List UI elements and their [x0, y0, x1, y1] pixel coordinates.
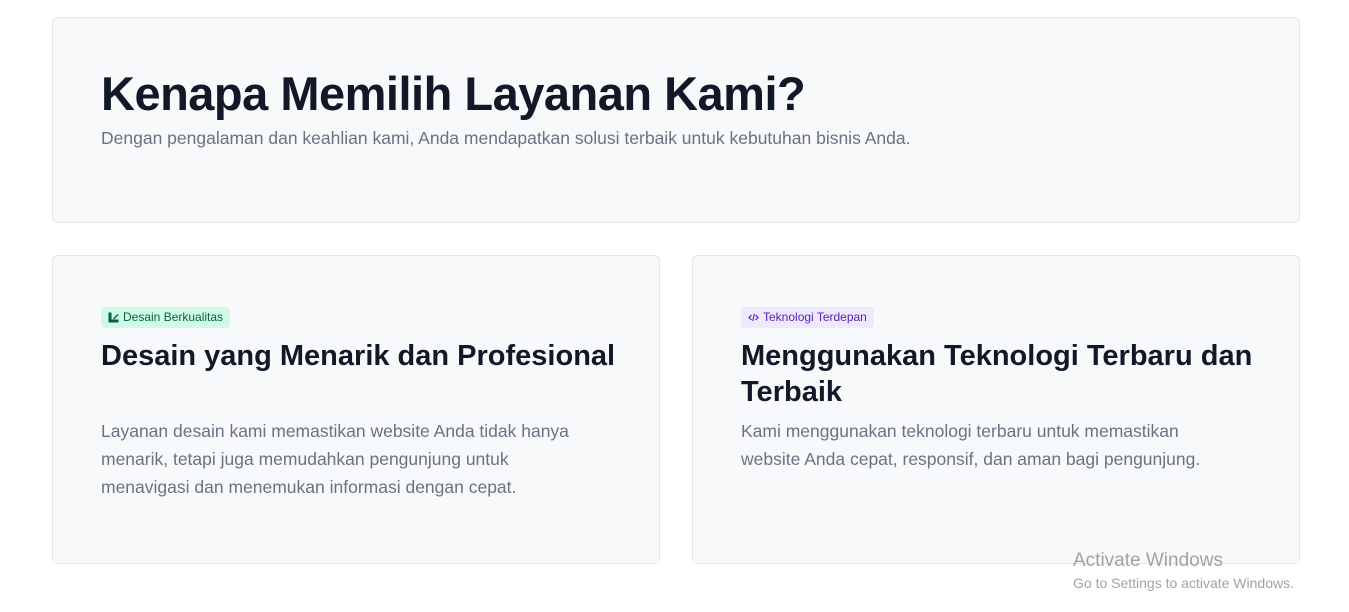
code-icon: [748, 312, 759, 323]
watermark-title: Activate Windows: [1073, 550, 1223, 571]
card-title: Menggunakan Teknologi Terbaru dan Terbai…: [741, 340, 1253, 408]
badge-leading-technology: Teknologi Terdepan: [741, 307, 874, 328]
hero-subtitle: Dengan pengalaman dan keahlian kami, And…: [101, 128, 911, 148]
card-description: Kami menggunakan teknologi terbaru untuk…: [741, 421, 1201, 469]
badge-design-quality: Desain Berkualitas: [101, 307, 231, 328]
activate-windows-watermark: Activate Windows Go to Settings to activ…: [1073, 549, 1294, 592]
watermark-subtitle: Go to Settings to activate Windows.: [1073, 575, 1294, 591]
badge-label: Desain Berkualitas: [123, 310, 224, 324]
hero-title: Kenapa Memilih Layanan Kami?: [101, 67, 806, 120]
feature-card-design: Desain Berkualitas Desain yang Menarik d…: [52, 255, 660, 564]
feature-card-technology: Teknologi Terdepan Menggunakan Teknologi…: [692, 255, 1300, 564]
card-title: Desain yang Menarik dan Profesional: [101, 340, 616, 372]
badge-label: Teknologi Terdepan: [763, 310, 867, 324]
hero-section: Kenapa Memilih Layanan Kami? Dengan peng…: [52, 17, 1300, 223]
design-icon: [108, 312, 119, 323]
card-description: Layanan desain kami memastikan website A…: [101, 421, 569, 497]
